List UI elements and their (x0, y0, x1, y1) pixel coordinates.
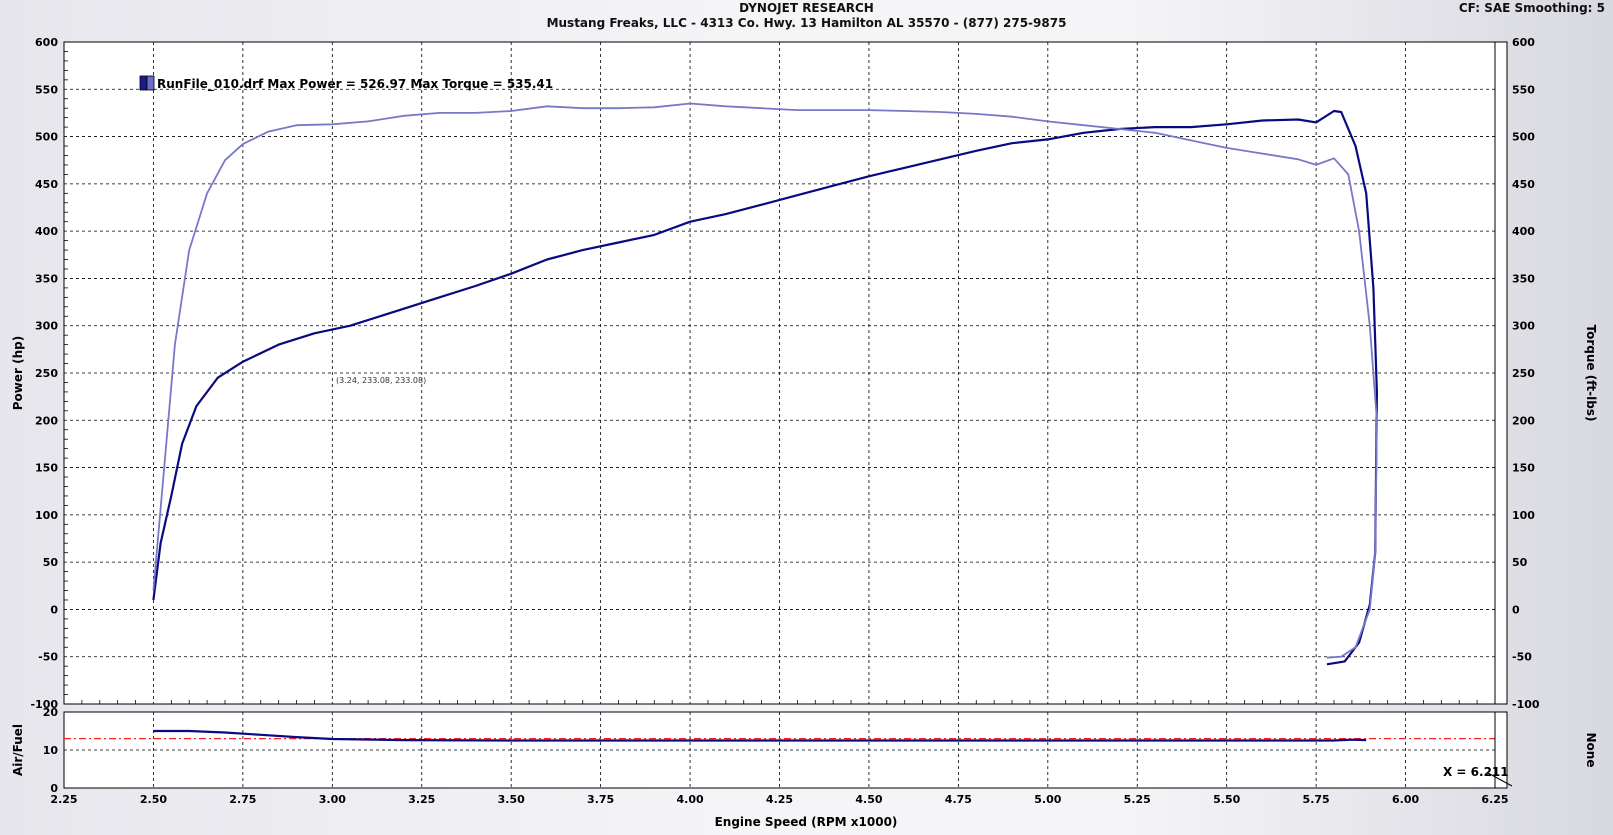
x-marker-label: X = 6.211 (1443, 765, 1509, 779)
y2-axis-title: Torque (ft-lbs) (1584, 325, 1598, 422)
airfuel-y2-title: None (1584, 733, 1598, 768)
y-tick-label: 250 (35, 367, 58, 380)
x-tick-label: 4.75 (945, 793, 972, 806)
y2-tick-label: 50 (1512, 556, 1528, 569)
x-tick-label: 2.75 (229, 793, 256, 806)
x-tick-label: 3.50 (498, 793, 525, 806)
legend: RunFile_010.drf Max Power = 526.97 Max T… (139, 75, 553, 92)
y2-tick-label: 0 (1512, 603, 1520, 616)
x-tick-label: 5.00 (1034, 793, 1061, 806)
x-tick-label: 3.25 (408, 793, 435, 806)
right-axis-strip (1494, 41, 1508, 705)
y2-tick-label: -50 (1512, 651, 1532, 664)
x-axis-title: Engine Speed (RPM x1000) (715, 815, 898, 829)
y2-tick-label: 300 (1512, 320, 1535, 333)
legend-swatch-torque (146, 75, 155, 91)
x-tick-label: 3.00 (319, 793, 346, 806)
y-tick-label: -50 (38, 651, 58, 664)
airfuel-axis-title: Air/Fuel (11, 724, 25, 776)
y2-tick-label: 500 (1512, 131, 1535, 144)
y-axis-title: Power (hp) (11, 336, 25, 410)
airfuel-y-tick-label: 10 (43, 744, 59, 757)
legend-text: RunFile_010.drf Max Power = 526.97 Max T… (157, 77, 553, 92)
y2-tick-label: 350 (1512, 272, 1535, 285)
y-tick-label: 350 (35, 272, 58, 285)
x-tick-label: 3.75 (587, 793, 614, 806)
x-tick-label: 2.50 (140, 793, 167, 806)
y2-tick-label: 450 (1512, 178, 1535, 191)
y-tick-label: 550 (35, 83, 58, 96)
y2-tick-label: 550 (1512, 83, 1535, 96)
y-tick-label: 200 (35, 414, 58, 427)
x-tick-label: 4.50 (855, 793, 882, 806)
y-tick-label: 400 (35, 225, 58, 238)
x-tick-label: 4.25 (766, 793, 793, 806)
y-tick-label: 100 (35, 509, 58, 522)
y2-tick-label: 150 (1512, 462, 1535, 475)
x-tick-label: 5.75 (1303, 793, 1330, 806)
x-tick-label: 4.00 (676, 793, 703, 806)
y2-tick-label: 250 (1512, 367, 1535, 380)
x-tick-label: 6.25 (1481, 793, 1508, 806)
y-tick-label: 0 (50, 603, 58, 616)
y2-tick-label: 600 (1512, 36, 1535, 49)
x-tick-label: 6.00 (1392, 793, 1419, 806)
y-tick-label: 600 (35, 36, 58, 49)
y2-tick-label: 200 (1512, 414, 1535, 427)
cursor-readout: (3.24, 233.08, 233.08) (336, 376, 426, 385)
x-tick-label: 5.50 (1213, 793, 1240, 806)
x-tick-label: 5.25 (1124, 793, 1151, 806)
y2-tick-label: 100 (1512, 509, 1535, 522)
airfuel-y-tick-label: 0 (50, 782, 58, 795)
y-tick-label: 300 (35, 320, 58, 333)
airfuel-y-tick-label: 20 (43, 706, 59, 719)
y2-tick-label: 400 (1512, 225, 1535, 238)
y-tick-label: 450 (35, 178, 58, 191)
y2-tick-label: -100 (1512, 698, 1540, 711)
y-tick-label: 150 (35, 462, 58, 475)
legend-swatch-power (139, 75, 148, 91)
y-tick-label: 50 (43, 556, 59, 569)
y-tick-label: 500 (35, 131, 58, 144)
dyno-chart: -100 -100-50 -500 050 50100 100150 150200 20025… (11, 36, 1598, 829)
